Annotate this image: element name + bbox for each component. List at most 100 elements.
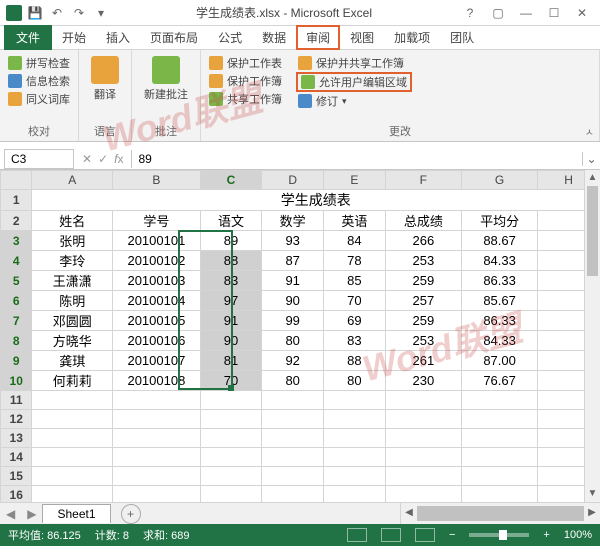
- minimize-button[interactable]: —: [516, 6, 536, 20]
- cell[interactable]: 70: [200, 371, 262, 391]
- protect-workbook-button[interactable]: 保护工作簿: [207, 72, 284, 90]
- translate-button[interactable]: 翻译: [85, 54, 125, 104]
- cell[interactable]: [262, 467, 324, 486]
- scroll-right-icon[interactable]: ▶: [584, 503, 600, 524]
- cell[interactable]: 87: [262, 251, 324, 271]
- cell[interactable]: 20100102: [113, 251, 200, 271]
- cell[interactable]: 20100104: [113, 291, 200, 311]
- row-header[interactable]: 11: [1, 391, 32, 410]
- row-header[interactable]: 3: [1, 231, 32, 251]
- column-header[interactable]: C: [200, 171, 262, 190]
- cell[interactable]: 266: [385, 231, 461, 251]
- cell[interactable]: 李玲: [32, 251, 113, 271]
- cell[interactable]: [385, 429, 461, 448]
- protect-sheet-button[interactable]: 保护工作表: [207, 54, 284, 72]
- row-header[interactable]: 4: [1, 251, 32, 271]
- cell[interactable]: [113, 448, 200, 467]
- column-header[interactable]: F: [385, 171, 461, 190]
- cell[interactable]: 93: [262, 231, 324, 251]
- cell[interactable]: [200, 391, 262, 410]
- cell[interactable]: [32, 429, 113, 448]
- cell[interactable]: 20100106: [113, 331, 200, 351]
- cell[interactable]: 253: [385, 251, 461, 271]
- cell[interactable]: [32, 467, 113, 486]
- cell[interactable]: 20100103: [113, 271, 200, 291]
- vertical-scrollbar[interactable]: ▲ ▼: [584, 170, 600, 502]
- cell[interactable]: [324, 486, 386, 503]
- cell[interactable]: 80: [262, 331, 324, 351]
- cell[interactable]: 92: [262, 351, 324, 371]
- scroll-up-icon[interactable]: ▲: [585, 170, 600, 186]
- help-button[interactable]: ?: [460, 6, 480, 20]
- zoom-in-button[interactable]: +: [543, 529, 549, 541]
- cell[interactable]: 83: [200, 271, 262, 291]
- cell[interactable]: 78: [324, 251, 386, 271]
- ribbon-collapse-icon[interactable]: ㅅ: [585, 124, 594, 139]
- cell[interactable]: [200, 410, 262, 429]
- cell[interactable]: 99: [262, 311, 324, 331]
- name-box[interactable]: C3: [4, 149, 74, 169]
- normal-view-button[interactable]: [347, 528, 367, 542]
- row-header[interactable]: 8: [1, 331, 32, 351]
- cell[interactable]: [262, 410, 324, 429]
- page-break-view-button[interactable]: [415, 528, 435, 542]
- cell[interactable]: 87.00: [461, 351, 537, 371]
- cell[interactable]: [385, 410, 461, 429]
- cell[interactable]: 84: [324, 231, 386, 251]
- row-header[interactable]: 2: [1, 211, 32, 231]
- cell[interactable]: [461, 486, 537, 503]
- sheet-nav-prev-icon[interactable]: ◀: [0, 507, 21, 521]
- cell[interactable]: [32, 448, 113, 467]
- tab-home[interactable]: 开始: [52, 25, 96, 50]
- cell[interactable]: [113, 391, 200, 410]
- header-cell[interactable]: 总成绩: [385, 211, 461, 231]
- share-workbook-button[interactable]: 共享工作簿: [207, 90, 284, 108]
- cell[interactable]: 84.33: [461, 251, 537, 271]
- cell[interactable]: [324, 410, 386, 429]
- cell[interactable]: [113, 486, 200, 503]
- zoom-out-button[interactable]: −: [449, 529, 455, 541]
- scroll-down-icon[interactable]: ▼: [585, 486, 600, 502]
- cell[interactable]: [385, 486, 461, 503]
- undo-button[interactable]: ↶: [48, 4, 66, 22]
- cell[interactable]: [385, 391, 461, 410]
- cell[interactable]: [200, 486, 262, 503]
- protect-share-button[interactable]: 保护并共享工作簿: [296, 54, 412, 72]
- cell[interactable]: 259: [385, 311, 461, 331]
- new-comment-button[interactable]: 新建批注: [138, 54, 194, 104]
- cell[interactable]: [113, 467, 200, 486]
- cell[interactable]: [32, 391, 113, 410]
- scroll-thumb[interactable]: [587, 186, 598, 276]
- tab-team[interactable]: 团队: [440, 25, 484, 50]
- cell[interactable]: 259: [385, 271, 461, 291]
- cell[interactable]: [324, 391, 386, 410]
- cancel-icon[interactable]: ✕: [82, 152, 92, 166]
- sheet-nav-next-icon[interactable]: ▶: [21, 507, 42, 521]
- cell[interactable]: 80: [324, 371, 386, 391]
- cell[interactable]: 20100107: [113, 351, 200, 371]
- cell[interactable]: [385, 448, 461, 467]
- row-header[interactable]: 12: [1, 410, 32, 429]
- cell[interactable]: 88: [200, 251, 262, 271]
- cell[interactable]: 85.67: [461, 291, 537, 311]
- cell[interactable]: 91: [200, 311, 262, 331]
- cell[interactable]: 88: [324, 351, 386, 371]
- header-cell[interactable]: 姓名: [32, 211, 113, 231]
- scroll-thumb[interactable]: [417, 506, 584, 521]
- row-header[interactable]: 9: [1, 351, 32, 371]
- cell[interactable]: 陈明: [32, 291, 113, 311]
- cell[interactable]: 20100101: [113, 231, 200, 251]
- tab-formula[interactable]: 公式: [208, 25, 252, 50]
- cell[interactable]: 86.33: [461, 311, 537, 331]
- cell[interactable]: [32, 410, 113, 429]
- cell[interactable]: 90: [262, 291, 324, 311]
- cell[interactable]: [324, 448, 386, 467]
- row-header[interactable]: 7: [1, 311, 32, 331]
- cell[interactable]: 261: [385, 351, 461, 371]
- cell[interactable]: [200, 448, 262, 467]
- maximize-button[interactable]: ☐: [544, 6, 564, 20]
- cell[interactable]: 230: [385, 371, 461, 391]
- column-header[interactable]: E: [324, 171, 386, 190]
- scroll-left-icon[interactable]: ◀: [401, 503, 417, 524]
- cell[interactable]: 方晓华: [32, 331, 113, 351]
